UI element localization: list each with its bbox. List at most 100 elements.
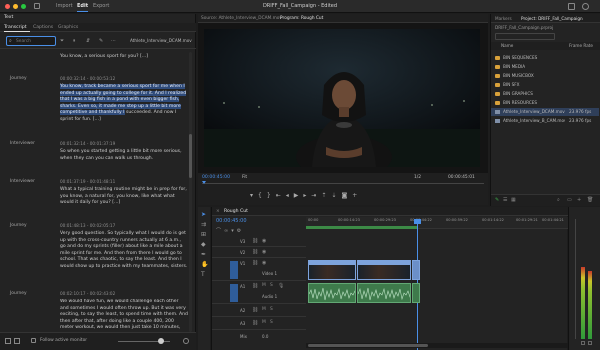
project-item[interactable]: BIN GRAPHICS xyxy=(491,90,599,98)
go-out-icon[interactable]: ⇥ xyxy=(311,192,321,199)
hand-icon[interactable]: ✋ xyxy=(201,261,208,268)
mark-in-icon[interactable]: { xyxy=(258,192,267,199)
video-frame[interactable] xyxy=(204,29,480,167)
timeline-zoom-handle[interactable] xyxy=(308,344,428,347)
camera-icon[interactable]: ◙ xyxy=(341,192,352,199)
scrollbar-thumb[interactable] xyxy=(189,134,192,178)
snap-icon[interactable]: ⌒ xyxy=(216,228,224,234)
ripple-edit-icon[interactable]: ⊞ xyxy=(201,231,206,238)
follow-checkbox[interactable] xyxy=(31,338,36,343)
source-patch[interactable] xyxy=(230,261,238,279)
close-sequence-icon[interactable]: × xyxy=(216,209,220,214)
column-frame-rate[interactable]: Frame Rate xyxy=(569,43,593,48)
project-item[interactable]: BIN RESOURCES xyxy=(491,99,599,107)
track-header-a1[interactable]: A1 ⛓ M S 🎙 Audio 1 xyxy=(212,282,306,304)
track-header-v3[interactable]: V3 ⛓ ◉ xyxy=(212,237,306,247)
speaker-label[interactable]: Interviewer xyxy=(10,141,35,146)
transcript-paragraph[interactable]: What a typical training routine might be… xyxy=(60,187,188,207)
pen-icon[interactable]: ✒ xyxy=(201,251,206,258)
fullscreen-icon[interactable] xyxy=(582,3,589,10)
project-item-selected[interactable]: Athlete_Interview_DCAM.mov 23.976 fps xyxy=(491,108,599,116)
project-item[interactable]: BIN SFX xyxy=(491,81,599,89)
pause-icon[interactable]: ⏸ xyxy=(73,38,76,44)
speaker-label[interactable]: Journey xyxy=(10,76,27,81)
transcript-paragraph[interactable]: We would have fun, we would challenge ea… xyxy=(60,299,188,329)
mic-icon[interactable]: 🎙 xyxy=(278,283,284,289)
solo-button[interactable]: S xyxy=(270,320,273,325)
solo-button[interactable]: S xyxy=(270,307,273,312)
project-item[interactable]: BIN MEDIA xyxy=(491,63,599,71)
type-icon[interactable]: T xyxy=(201,271,205,278)
mark-out-icon[interactable]: } xyxy=(267,192,276,199)
list-icon[interactable]: ☰ xyxy=(503,197,507,203)
project-item[interactable]: Athlete_Interview_B_CAM.mov 23.976 fps xyxy=(491,117,599,125)
add-button-icon[interactable]: + xyxy=(352,192,362,199)
grid-view-icon[interactable] xyxy=(14,338,20,344)
mute-button[interactable]: M xyxy=(262,283,266,288)
playhead-marker[interactable] xyxy=(202,181,206,184)
project-item[interactable]: BIN SEQUENCES xyxy=(491,54,599,62)
column-name[interactable]: Name xyxy=(501,43,513,48)
tab-captions[interactable]: Captions xyxy=(33,25,53,30)
project-item[interactable]: BIN MUSICBOX xyxy=(491,72,599,80)
grid-icon[interactable]: ▦ xyxy=(511,197,516,203)
transcript-paragraph[interactable]: You know, track became a serious sport f… xyxy=(60,84,188,124)
more-icon[interactable]: ⋯ xyxy=(111,38,116,44)
mix-value[interactable]: 0.0 xyxy=(262,334,268,339)
video-clip[interactable] xyxy=(308,260,356,280)
track-header-v1[interactable]: V1 ⛓ ◉ Video 1 xyxy=(212,259,306,281)
transcript-paragraph[interactable]: So when you started getting a little bit… xyxy=(60,149,188,162)
list-view-icon[interactable] xyxy=(5,338,11,344)
lift-icon[interactable]: ⇡ xyxy=(321,192,331,199)
video-clip[interactable] xyxy=(412,260,420,280)
eye-icon[interactable]: ◉ xyxy=(262,260,266,266)
program-timecode[interactable]: 00:00:45:00 xyxy=(202,175,230,180)
program-scrubber[interactable] xyxy=(202,183,484,184)
selection-tool-icon[interactable]: ➤ xyxy=(201,211,206,218)
step-back-icon[interactable]: ◂ xyxy=(286,192,294,199)
delete-icon[interactable]: 🗑 xyxy=(587,197,593,203)
timeline-timecode[interactable]: 00:00:45:00 xyxy=(216,218,247,224)
play-icon[interactable]: ▶ xyxy=(294,192,304,199)
transcript-paragraph[interactable]: Very good question. So typically what I … xyxy=(60,231,188,271)
scrollbar-track[interactable] xyxy=(189,52,192,332)
lock-icon[interactable]: ⛓ xyxy=(252,320,258,326)
track-header-a3[interactable]: A3 ⛓ M S xyxy=(212,318,306,330)
solo-left-button[interactable] xyxy=(581,341,585,345)
tab-source-monitor[interactable]: Source: Athlete_Interview_DCAM.mov xyxy=(201,16,282,21)
fit-dropdown[interactable]: Fit xyxy=(242,175,247,180)
speaker-label[interactable]: Journey xyxy=(10,223,27,228)
wrench-icon[interactable]: ⚙ xyxy=(237,228,244,234)
transcript-paragraph[interactable]: You know, a serious sport for you? [...] xyxy=(60,54,188,61)
mute-button[interactable]: M xyxy=(262,307,266,312)
tab-program-monitor[interactable]: Program: Rough Cut xyxy=(280,16,323,21)
tab-graphics[interactable]: Graphics xyxy=(58,25,78,30)
tab-transcript[interactable]: Transcript xyxy=(4,25,27,30)
speaker-label[interactable]: Journey xyxy=(10,291,27,296)
speaker-label[interactable]: Interviewer xyxy=(10,179,35,184)
filter-icon[interactable]: ⏷ xyxy=(60,38,64,44)
solo-button[interactable]: S xyxy=(270,283,273,288)
new-bin-icon[interactable]: ▭ xyxy=(567,197,572,203)
search-input[interactable]: ⌕ Search xyxy=(6,36,56,46)
tab-project[interactable]: Project: DRIFF_Fall_Campaign xyxy=(521,16,583,21)
new-item-icon[interactable]: + xyxy=(577,197,581,203)
lock-icon[interactable]: ⛓ xyxy=(252,249,258,255)
extract-icon[interactable]: ⇣ xyxy=(331,192,341,199)
transport-buttons[interactable]: ▾{}⇤◂▶▸⇥⇡⇣◙+ xyxy=(250,192,362,199)
eye-icon[interactable]: ◉ xyxy=(262,249,266,255)
track-select-icon[interactable]: ⇉ xyxy=(201,221,206,228)
edit-icon[interactable]: ✎ xyxy=(99,38,103,44)
zoom-icon[interactable] xyxy=(183,338,189,344)
go-in-icon[interactable]: ⇤ xyxy=(276,192,286,199)
lock-icon[interactable]: ⛓ xyxy=(252,260,258,266)
pencil-icon[interactable]: ✎ xyxy=(495,197,499,203)
video-clip[interactable] xyxy=(357,260,411,280)
razor-icon[interactable]: ◆ xyxy=(201,241,206,248)
mute-button[interactable]: M xyxy=(262,320,266,325)
search-icon[interactable]: ⌕ xyxy=(557,197,560,203)
timeline-zoom-bar[interactable] xyxy=(306,343,568,348)
source-patch[interactable] xyxy=(230,284,238,302)
lock-icon[interactable]: ⛓ xyxy=(252,283,258,289)
time-ruler[interactable]: 00:00 00:00:14:23 00:00:29:23 00:00:44:2… xyxy=(306,217,568,229)
